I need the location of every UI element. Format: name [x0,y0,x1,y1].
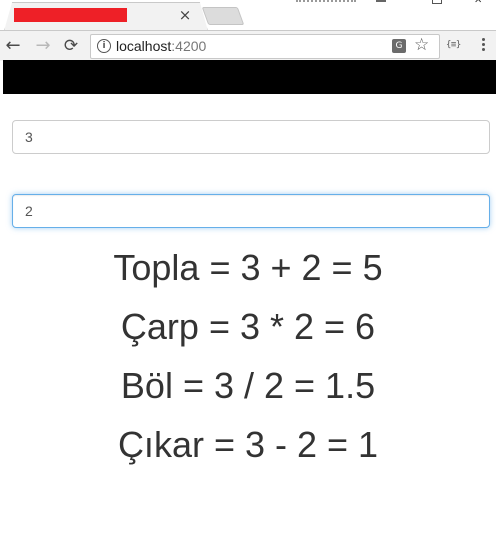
back-arrow-icon[interactable]: ← [4,36,22,56]
window-close-icon[interactable]: ✕ [474,0,482,6]
result-divide: Böl = 3 / 2 = 1.5 [120,365,376,406]
json-extension-icon[interactable]: {≡} [446,40,461,50]
result-multiply: Çarp = 3 * 2 = 6 [120,306,376,347]
forward-arrow-icon[interactable]: → [34,36,52,56]
result-add: Topla = 3 + 2 = 5 [113,247,383,288]
reload-icon[interactable]: ⟳ [62,36,80,56]
browser-toolbar: ← → ⟳ i localhost:4200 G ☆ {≡} [0,30,496,61]
url-host: localhost [116,38,172,54]
tab-close-icon[interactable]: × [178,6,192,24]
maximize-icon[interactable] [432,0,442,4]
first-number-input[interactable] [12,120,490,154]
second-number-input[interactable] [12,194,490,228]
browser-titlebar: × ✕ [0,0,496,31]
app-header-bar [3,60,496,94]
kebab-menu-icon[interactable] [482,38,486,54]
info-icon[interactable]: i [97,39,111,53]
new-tab-button[interactable] [201,7,245,25]
address-bar[interactable]: i localhost:4200 G ☆ [90,34,440,59]
url-port: :4200 [171,38,207,54]
tab-title-redacted [14,8,127,22]
translate-icon[interactable]: G [392,39,406,53]
bookmark-star-icon[interactable]: ☆ [414,35,429,56]
result-subtract: Çıkar = 3 - 2 = 1 [117,424,379,465]
minimize-icon[interactable] [376,0,386,2]
window-title-redacted [296,0,356,6]
url-text[interactable]: localhost:4200 [116,38,206,55]
